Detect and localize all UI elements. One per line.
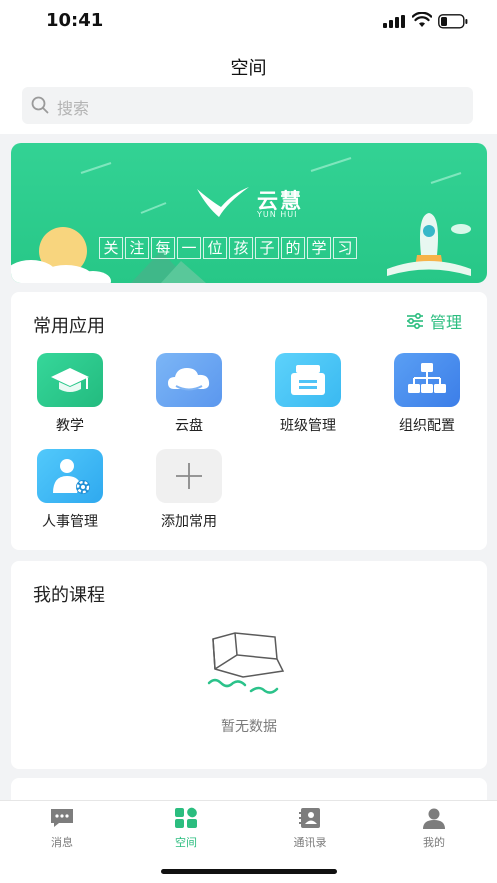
slogan-char: 注 [125, 237, 149, 259]
app-hr-management[interactable]: 人事管理 [20, 449, 120, 531]
app-label: 添加常用 [161, 514, 217, 530]
tab-label: 空间 [175, 836, 197, 849]
slogan-char: 习 [333, 237, 357, 259]
plus-icon [156, 449, 222, 503]
tab-contacts[interactable]: 通讯录 [270, 807, 350, 850]
empty-state-text: 暂无数据 [221, 719, 277, 735]
my-courses-title: 我的课程 [33, 585, 105, 606]
common-apps-title: 常用应用 [33, 316, 105, 337]
cellular-signal-icon [383, 15, 405, 28]
my-courses-card: 我的课程 暂无数据 [11, 561, 487, 769]
status-time: 10:41 [46, 10, 104, 31]
app-org-config[interactable]: 组织配置 [377, 353, 477, 435]
banner-slogan: 关 注 每 一 位 孩 子 的 学 习 [99, 237, 359, 259]
slogan-char: 学 [307, 237, 331, 259]
slogan-char: 位 [203, 237, 227, 259]
tab-label: 消息 [51, 836, 73, 849]
contacts-icon [299, 808, 320, 828]
app-label: 组织配置 [399, 418, 455, 434]
home-indicator[interactable] [161, 869, 337, 874]
tab-label: 我的 [423, 836, 445, 849]
slogan-char: 每 [151, 237, 175, 259]
profile-icon [423, 808, 445, 829]
tab-profile[interactable]: 我的 [394, 807, 474, 850]
app-cloud-drive[interactable]: 云盘 [139, 353, 239, 435]
empty-box-icon [207, 632, 285, 694]
app-label: 教学 [56, 418, 84, 434]
app-label: 班级管理 [280, 418, 336, 434]
tab-space[interactable]: 空间 [146, 807, 226, 850]
org-chart-icon [394, 353, 460, 407]
status-bar: 10:41 [0, 0, 497, 44]
user-gear-icon [37, 449, 103, 503]
banner-brand-en: YUN HUI [257, 210, 298, 219]
search-icon [31, 96, 49, 114]
graduation-cap-icon [37, 353, 103, 407]
page-header: 空间 搜索 [0, 44, 497, 134]
page-title: 空间 [230, 58, 267, 79]
app-label: 人事管理 [42, 514, 98, 530]
tab-label: 通讯录 [293, 836, 327, 849]
class-badge-icon [275, 353, 341, 407]
grid-icon [175, 807, 197, 828]
slogan-char: 一 [177, 237, 201, 259]
cloud-icon [156, 353, 222, 407]
app-class-management[interactable]: 班级管理 [258, 353, 358, 435]
wifi-icon [412, 12, 432, 27]
manage-button[interactable]: 管理 [406, 309, 462, 333]
slogan-char: 子 [255, 237, 279, 259]
yunhui-logo-icon [197, 187, 249, 217]
app-label: 云盘 [175, 418, 203, 434]
battery-icon [438, 14, 468, 29]
app-teaching[interactable]: 教学 [20, 353, 120, 435]
tab-messages[interactable]: 消息 [22, 807, 102, 850]
search-input[interactable]: 搜索 [22, 87, 473, 124]
app-add-common[interactable]: 添加常用 [139, 449, 239, 531]
common-apps-card: 常用应用 管理 教学 云盘 班级管理 组织配置 人事管理 添加常用 [11, 292, 487, 550]
slogan-char: 的 [281, 237, 305, 259]
manage-label: 管理 [430, 313, 463, 332]
message-icon [51, 809, 73, 827]
rocket-icon [387, 213, 471, 276]
slogan-char: 关 [99, 237, 123, 259]
slogan-char: 孩 [229, 237, 253, 259]
search-placeholder: 搜索 [57, 99, 90, 118]
sliders-icon [407, 313, 423, 329]
promo-banner[interactable]: 云慧 YUN HUI 关 注 每 一 位 孩 子 的 学 习 [11, 143, 487, 283]
